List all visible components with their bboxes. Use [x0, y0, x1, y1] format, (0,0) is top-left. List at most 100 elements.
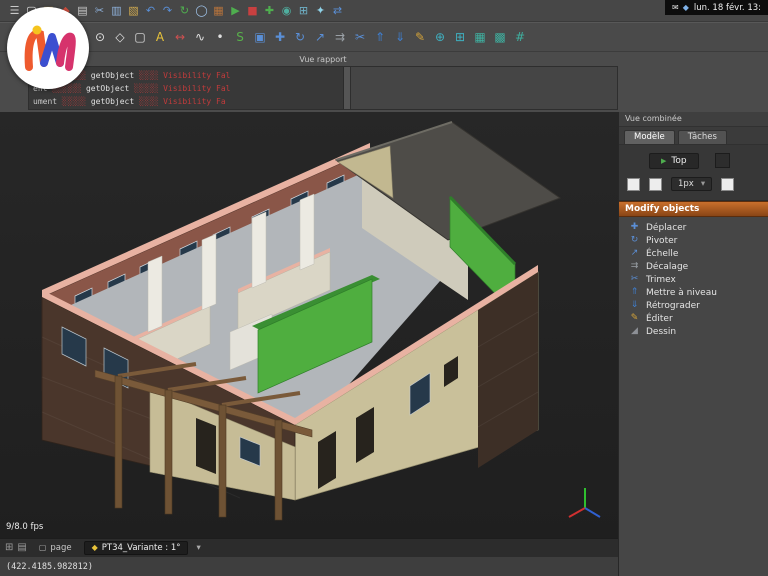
toolbar-icon[interactable]: ⊞ — [450, 27, 470, 47]
3d-house-model[interactable] — [0, 112, 618, 538]
command-label: Déplacer — [646, 223, 686, 233]
toolbar-icon[interactable]: ↷ — [159, 3, 176, 19]
log-segment: Visibility Fal — [163, 71, 230, 80]
toolbar-icon[interactable]: ↗ — [310, 27, 330, 47]
modify-command-item[interactable]: ✂ Trimex — [619, 273, 768, 286]
toolbar-icon[interactable]: ⇉ — [330, 27, 350, 47]
modify-objects-list: ✚ Déplacer ↻ Pivoter ↗ Échelle ⇉ Décalag… — [619, 217, 768, 342]
strip-icon[interactable]: ▤ — [17, 542, 26, 553]
tray-icons: ✉◆ — [672, 3, 689, 12]
modify-command-item[interactable]: ⇉ Décalage — [619, 260, 768, 273]
toolbar-icon[interactable]: ⇑ — [370, 27, 390, 47]
toolbar-icon[interactable]: # — [510, 27, 530, 47]
toolbar-icon[interactable]: ◯ — [193, 3, 210, 19]
toolbar-icon[interactable]: • — [210, 27, 230, 47]
combined-view-title[interactable]: Vue combinée — [619, 112, 768, 127]
log-segment: ░░░░ — [139, 97, 163, 106]
toolbar-icon[interactable]: ▦ — [210, 3, 227, 19]
toolbar-icon[interactable]: ↶ — [142, 3, 159, 19]
toolbar-icon[interactable]: ■ — [244, 3, 261, 19]
tab-page[interactable]: ▢ page — [32, 542, 79, 554]
plane-option-button[interactable] — [715, 153, 730, 168]
command-icon: ↻ — [629, 235, 640, 246]
modify-command-item[interactable]: ⇑ Mettre à niveau — [619, 286, 768, 299]
status-bar: (422.4185.982812) — [0, 556, 618, 576]
command-label: Trimex — [646, 275, 676, 285]
autogroup-checkbox[interactable] — [649, 178, 662, 191]
tab-model[interactable]: Modèle — [624, 130, 675, 144]
toolbar-icon[interactable]: ↻ — [176, 3, 193, 19]
toolbar-icon[interactable]: ↻ — [290, 27, 310, 47]
m-logo-icon — [7, 7, 89, 89]
log-segment: ░░░░ — [139, 71, 163, 80]
command-icon: ⇉ — [629, 261, 640, 272]
document-tab-strip: ⊞ ▤ ▢ page ◆ PT34_Variante : 1° ▾ — [0, 538, 618, 556]
modify-command-item[interactable]: ✚ Déplacer — [619, 221, 768, 234]
toolbar-icon[interactable]: ⇄ — [329, 3, 346, 19]
toolbar-icon[interactable]: ✂ — [350, 27, 370, 47]
toolbar-icon[interactable]: ✚ — [270, 27, 290, 47]
fps-counter: 9/8.0 fps — [6, 522, 43, 532]
toolbar-icon[interactable]: S — [230, 27, 250, 47]
command-icon: ⇑ — [629, 287, 640, 298]
system-tray[interactable]: ✉◆ lun. 18 févr. 13: — [665, 0, 768, 15]
toolbar-icon[interactable]: ◉ — [278, 3, 295, 19]
log-segment: Visibility Fa — [163, 97, 226, 106]
working-plane-button[interactable]: ▶ Top — [649, 153, 699, 169]
tab-tasks[interactable]: Tâches — [678, 130, 727, 144]
tray-icon[interactable]: ◆ — [683, 3, 689, 12]
line-width-combo[interactable]: 1px ▾ — [671, 177, 712, 191]
command-label: Dessin — [646, 327, 676, 337]
command-icon: ✂ — [629, 274, 640, 285]
toolbar-icon[interactable]: ✂ — [91, 3, 108, 19]
report-view-title[interactable]: Vue rapport — [28, 53, 618, 66]
toolbar-icon[interactable]: ▶ — [227, 3, 244, 19]
toolbar-icon[interactable]: ⊕ — [430, 27, 450, 47]
log-segment: ░░░░░ — [62, 97, 91, 106]
modify-command-item[interactable]: ✎ Éditer — [619, 312, 768, 325]
report-log-line: ument ░░░░░ getObject ░░░░ Visibility Fa — [33, 95, 346, 108]
command-label: Pivoter — [646, 236, 677, 246]
toolbar-icon[interactable]: ↔ — [170, 27, 190, 47]
modify-command-item[interactable]: ↗ Échelle — [619, 247, 768, 260]
color-swatch-button[interactable] — [721, 178, 734, 191]
log-segment: Visibility Fal — [163, 84, 230, 93]
toolbar-icon[interactable]: ✦ — [312, 3, 329, 19]
page-icon: ▢ — [39, 543, 47, 552]
cursor-coordinates: (422.4185.982812) — [6, 562, 93, 572]
command-label: Mettre à niveau — [646, 288, 717, 298]
toolbar-icon[interactable]: ▦ — [470, 27, 490, 47]
command-icon: ↗ — [629, 248, 640, 259]
toolbar-icon[interactable]: A — [150, 27, 170, 47]
toolbar-icon[interactable]: ▧ — [125, 3, 142, 19]
clock-label[interactable]: lun. 18 févr. 13: — [694, 3, 761, 13]
chevron-down-icon: ▾ — [701, 179, 705, 189]
modify-command-item[interactable]: ⇓ Rétrograder — [619, 299, 768, 312]
toolbar-icon[interactable]: ∿ — [190, 27, 210, 47]
toolbar-icon[interactable]: ▣ — [250, 27, 270, 47]
working-plane-label: Top — [671, 156, 686, 166]
tray-icon[interactable]: ✉ — [672, 3, 679, 12]
log-segment: ument — [33, 97, 62, 106]
tab-dropdown-icon[interactable]: ▾ — [193, 543, 203, 553]
modify-command-item[interactable]: ↻ Pivoter — [619, 234, 768, 247]
modify-command-item[interactable]: ◢ Dessin — [619, 325, 768, 338]
log-segment: getObject — [86, 84, 134, 93]
toolbar-icon[interactable]: ▥ — [108, 3, 125, 19]
toolbar-icon[interactable]: ⊞ — [295, 3, 312, 19]
toolbar-icon[interactable]: ▩ — [490, 27, 510, 47]
tab-page-label: page — [50, 543, 71, 553]
report-scrollbar[interactable] — [343, 67, 351, 109]
toolbar-icon[interactable]: ⊙ — [90, 27, 110, 47]
toolbar-icon[interactable]: ▢ — [130, 27, 150, 47]
3d-viewport[interactable]: 9/8.0 fps — [0, 112, 618, 538]
toolbar-icon[interactable]: ⇓ — [390, 27, 410, 47]
command-icon: ✎ — [629, 313, 640, 324]
play-icon: ▶ — [661, 157, 666, 165]
toolbar-icon[interactable]: ✚ — [261, 3, 278, 19]
toolbar-icon[interactable]: ◇ — [110, 27, 130, 47]
toolbar-icon[interactable]: ✎ — [410, 27, 430, 47]
tab-pt34-variante[interactable]: ◆ PT34_Variante : 1° — [84, 541, 189, 555]
construction-mode-checkbox[interactable] — [627, 178, 640, 191]
strip-icon[interactable]: ⊞ — [5, 542, 13, 553]
